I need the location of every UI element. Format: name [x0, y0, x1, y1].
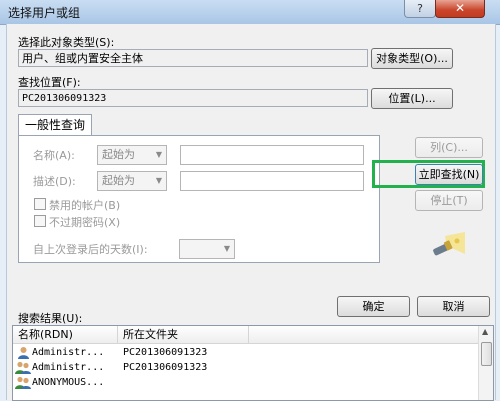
search-animation-icon	[431, 232, 467, 260]
tab-common-queries[interactable]: 一般性查询	[18, 114, 93, 136]
cancel-button[interactable]: 取消	[417, 296, 490, 317]
search-results-list[interactable]: 名称(RDN) 所在文件夹 Administr... PC20130609132…	[12, 325, 494, 401]
dialog-body: 选择此对象类型(S): 用户、组或内置安全主体 对象类型(O)... 查找位置(…	[6, 24, 496, 401]
object-type-label: 选择此对象类型(S):	[18, 36, 115, 49]
ok-button[interactable]: 确定	[337, 296, 410, 317]
stop-button[interactable]: 停止(T)	[415, 190, 483, 211]
description-label: 描述(D):	[33, 175, 76, 188]
columns-button[interactable]: 列(C)...	[415, 137, 483, 158]
table-row[interactable]: ANONYMOUS...	[13, 375, 479, 390]
result-folder: PC201306091323	[123, 347, 208, 358]
table-row[interactable]: Administr... PC201306091323	[13, 345, 479, 360]
location-label: 查找位置(F):	[18, 76, 81, 89]
name-input[interactable]	[180, 145, 364, 165]
locations-button[interactable]: 位置(L)...	[371, 88, 453, 109]
table-row[interactable]: Administr... PC201306091323	[13, 360, 479, 375]
object-types-button[interactable]: 对象类型(O)...	[371, 48, 453, 69]
find-now-button[interactable]: 立即查找(N)	[415, 164, 483, 185]
location-field: PC201306091323	[18, 89, 368, 107]
common-queries-panel: 名称(A): 起始为 ▼ 描述(D): 起始为 ▼ 禁用的帐户(B) 不过期密码…	[18, 135, 380, 263]
result-name: Administr...	[32, 362, 105, 373]
name-mode-select[interactable]: 起始为 ▼	[97, 145, 167, 165]
column-header-name[interactable]: 名称(RDN)	[18, 326, 73, 343]
result-folder: PC201306091323	[123, 362, 208, 373]
column-divider	[117, 326, 118, 343]
chevron-down-icon: ▼	[155, 150, 162, 159]
no-expire-password-checkbox[interactable]	[34, 215, 46, 227]
days-since-logon-select[interactable]: ▼	[179, 239, 235, 259]
title-bar: 选择用户或组 ? ✕	[0, 0, 500, 25]
close-button[interactable]: ✕	[435, 0, 485, 18]
help-button[interactable]: ?	[404, 0, 436, 18]
no-expire-password-label: 不过期密码(X)	[49, 216, 121, 229]
scroll-up-icon[interactable]: ▲	[482, 327, 488, 336]
description-mode-value: 起始为	[102, 174, 135, 187]
tab-label: 一般性查询	[25, 118, 86, 132]
disabled-accounts-checkbox[interactable]	[34, 198, 46, 210]
search-results-label: 搜索结果(U):	[18, 312, 83, 325]
result-name: ANONYMOUS...	[32, 377, 105, 388]
close-icon: ✕	[454, 1, 466, 15]
days-since-logon-label: 自上次登录后的天数(I):	[33, 243, 148, 256]
results-header: 名称(RDN) 所在文件夹	[13, 326, 479, 344]
chevron-down-icon: ▼	[223, 244, 230, 253]
result-name: Administr...	[32, 347, 105, 358]
scrollbar-thumb[interactable]	[481, 342, 492, 366]
disabled-accounts-label: 禁用的帐户(B)	[49, 199, 121, 212]
help-icon: ?	[417, 2, 423, 15]
description-input[interactable]	[180, 171, 364, 191]
group-icon	[15, 376, 31, 394]
description-mode-select[interactable]: 起始为 ▼	[97, 171, 167, 191]
column-header-folder[interactable]: 所在文件夹	[123, 326, 178, 343]
name-label: 名称(A):	[33, 149, 75, 162]
name-mode-value: 起始为	[102, 148, 135, 161]
object-type-field: 用户、组或内置安全主体	[18, 49, 368, 67]
results-scrollbar[interactable]: ▲	[478, 326, 493, 400]
chevron-down-icon: ▼	[155, 176, 162, 185]
window-title: 选择用户或组	[8, 6, 81, 20]
column-divider	[248, 326, 249, 343]
